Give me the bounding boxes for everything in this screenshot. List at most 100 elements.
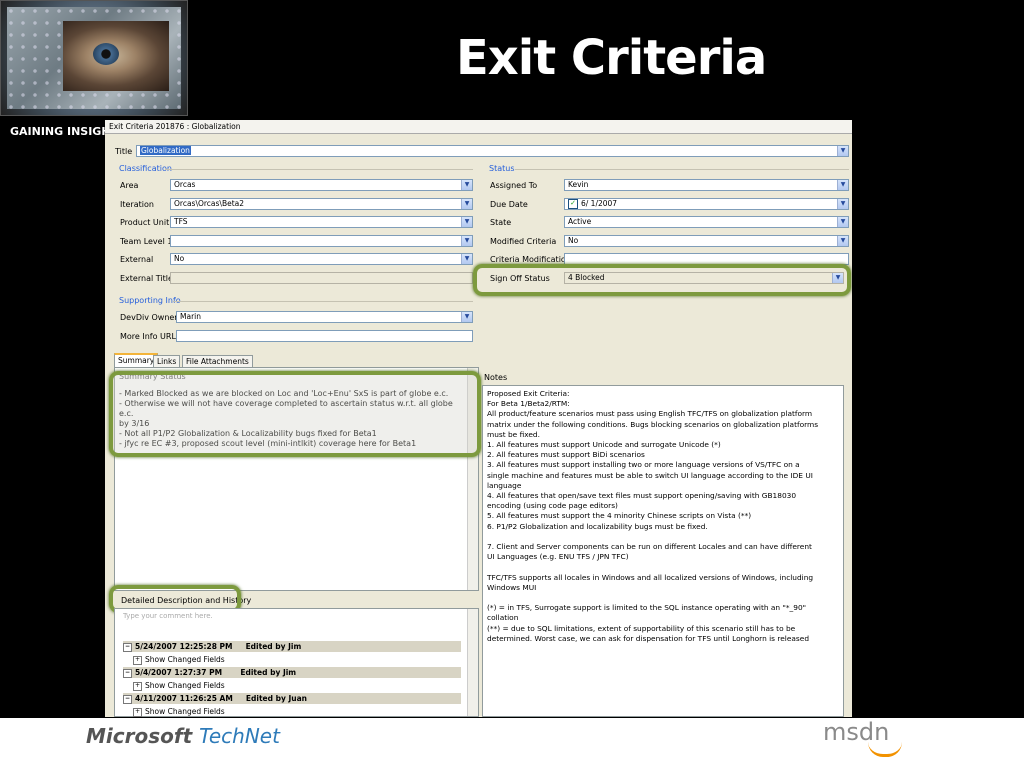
notes-line: (**) = due to SQL limitations, extent of… — [487, 623, 796, 633]
team-level-dropdown[interactable]: ▼ — [170, 235, 473, 247]
header-eye-image — [0, 0, 188, 116]
notes-line: 5. All features must support the 4 minor… — [487, 511, 752, 521]
supporting-info-header: Supporting Info — [119, 296, 181, 305]
history-entry[interactable]: −5/24/2007 12:25:28 PM Edited by Jim — [123, 641, 461, 652]
team-level-label: Team Level 1 — [120, 237, 173, 246]
collapse-icon[interactable]: − — [123, 642, 132, 652]
notes-line: encoding (using code page editors) — [487, 501, 618, 511]
window-title: Exit Criteria 201876 : Globalization — [105, 120, 852, 134]
status-header: Status — [489, 164, 515, 173]
assigned-to-label: Assigned To — [490, 181, 538, 190]
notes-line: 4. All features that open/save text file… — [487, 491, 797, 501]
modified-criteria-value: No — [568, 236, 579, 245]
notes-line: TFC/TFS supports all locales in Windows … — [487, 572, 814, 582]
due-date-label: Due Date — [490, 200, 528, 209]
tab-links[interactable]: Links — [153, 355, 181, 367]
notes-line: 1. All features must support Unicode and… — [487, 440, 721, 450]
notes-line: determined. Worst case, we can ask for d… — [487, 633, 810, 643]
product-unit-label: Product Unit — [120, 218, 170, 227]
show-changed-fields: Show Changed Fields — [145, 707, 225, 716]
due-date-value: 6/ 1/2007 — [581, 199, 618, 208]
notes-line: 2. All features must support BiDi scenar… — [487, 450, 645, 460]
show-changed-fields: Show Changed Fields — [145, 681, 225, 690]
history-sub[interactable]: + Show Changed Fields — [133, 706, 471, 717]
microsoft-technet-logo: Microsoft TechNet — [86, 724, 280, 748]
chevron-down-icon[interactable]: ▼ — [837, 217, 848, 227]
classification-header: Classification — [119, 164, 172, 173]
state-value: Active — [568, 217, 592, 226]
notes-header: Notes — [484, 373, 508, 382]
devdiv-owner-label: DevDiv Owner — [120, 313, 178, 322]
history-date: 5/4/2007 1:27:37 PM — [135, 668, 223, 677]
external-dropdown[interactable]: No ▼ — [170, 253, 473, 265]
notes-line: For Beta 1/Beta2/RTM: — [487, 399, 570, 409]
chevron-down-icon[interactable]: ▼ — [837, 236, 848, 246]
history-entry[interactable]: −5/4/2007 1:27:37 PM Edited by Jim — [123, 667, 461, 678]
area-value: Orcas — [174, 180, 196, 189]
history-entry[interactable]: −4/11/2007 11:26:25 AM Edited by Juan — [123, 693, 461, 704]
tab-summary[interactable]: Summary — [114, 353, 159, 367]
modified-criteria-label: Modified Criteria — [490, 237, 557, 246]
notes-line: 3. All features must support installing … — [487, 460, 800, 470]
notes-line: 6. P1/P2 Globalization and localizabilit… — [487, 521, 708, 531]
notes-line: matrix under the following conditions. B… — [487, 419, 819, 429]
external-value: No — [174, 254, 185, 263]
collapse-icon[interactable]: − — [123, 694, 132, 704]
iteration-label: Iteration — [120, 200, 154, 209]
external-title-field[interactable] — [170, 272, 473, 284]
criteria-modifications-label: Criteria Modifications — [490, 255, 576, 264]
more-info-url-field[interactable] — [176, 330, 473, 342]
state-dropdown[interactable]: Active ▼ — [564, 216, 849, 228]
summary-highlight — [109, 371, 481, 457]
modified-criteria-dropdown[interactable]: No ▼ — [564, 235, 849, 247]
expand-icon[interactable]: + — [133, 707, 142, 717]
product-unit-dropdown[interactable]: TFS ▼ — [170, 216, 473, 228]
area-dropdown[interactable]: Orcas ▼ — [170, 179, 473, 191]
chevron-down-icon[interactable]: ▼ — [461, 180, 472, 190]
chevron-down-icon[interactable]: ▼ — [837, 199, 848, 209]
chevron-down-icon[interactable]: ▼ — [461, 254, 472, 264]
title-field[interactable]: Globalization ▼ — [136, 145, 849, 157]
notes-panel[interactable]: Proposed Exit Criteria: For Beta 1/Beta2/… — [482, 385, 844, 717]
notes-line: Proposed Exit Criteria: — [487, 389, 570, 398]
history-sub[interactable]: + Show Changed Fields — [133, 680, 471, 691]
history-sub[interactable]: + Show Changed Fields — [133, 654, 471, 665]
technet-logo-text: TechNet — [199, 724, 280, 748]
history-date: 5/24/2007 12:25:28 PM — [135, 642, 233, 651]
due-date-picker[interactable]: ✓ 6/ 1/2007 ▼ — [564, 198, 849, 210]
chevron-down-icon[interactable]: ▼ — [837, 146, 848, 156]
checkbox-checked-icon[interactable]: ✓ — [568, 199, 578, 209]
tab-file-attachments[interactable]: File Attachments — [182, 355, 253, 367]
history-editor: Edited by Juan — [245, 694, 307, 703]
microsoft-logo-text: Microsoft — [86, 724, 193, 748]
notes-text: Proposed Exit Criteria: For Beta 1/Beta2/… — [487, 389, 832, 644]
assigned-to-value: Kevin — [568, 180, 589, 189]
chevron-down-icon[interactable]: ▼ — [461, 199, 472, 209]
chevron-down-icon[interactable]: ▼ — [461, 217, 472, 227]
notes-line: UI Languages (e.g. ENU TFS / JPN TFC) — [487, 552, 629, 562]
notes-line: must be fixed. — [487, 429, 540, 439]
collapse-icon[interactable]: − — [123, 668, 132, 678]
expand-icon[interactable]: + — [133, 681, 142, 691]
side-label: GAINING INSIGHT — [10, 125, 105, 138]
history-date: 4/11/2007 11:26:25 AM — [135, 694, 233, 703]
expand-icon[interactable]: + — [133, 655, 142, 665]
notes-line: language — [487, 480, 522, 490]
state-label: State — [490, 218, 512, 227]
chevron-down-icon[interactable]: ▼ — [461, 236, 472, 246]
assigned-to-dropdown[interactable]: Kevin ▼ — [564, 179, 849, 191]
notes-line — [487, 562, 832, 572]
show-changed-fields: Show Changed Fields — [145, 655, 225, 664]
devdiv-owner-dropdown[interactable]: Marin ▼ — [176, 311, 473, 323]
slide-title: Exit Criteria — [456, 30, 767, 86]
product-unit-value: TFS — [174, 217, 188, 226]
iteration-dropdown[interactable]: Orcas\Orcas\Beta2 ▼ — [170, 198, 473, 210]
notes-line — [487, 593, 832, 603]
notes-line: All product/feature scenarios must pass … — [487, 409, 813, 419]
chevron-down-icon[interactable]: ▼ — [461, 312, 472, 322]
notes-line: single machine and features must be able… — [487, 470, 813, 480]
chevron-down-icon[interactable]: ▼ — [837, 180, 848, 190]
iteration-value: Orcas\Orcas\Beta2 — [174, 199, 245, 208]
external-label: External — [120, 255, 154, 264]
comment-input[interactable]: Type your comment here. — [123, 611, 213, 621]
